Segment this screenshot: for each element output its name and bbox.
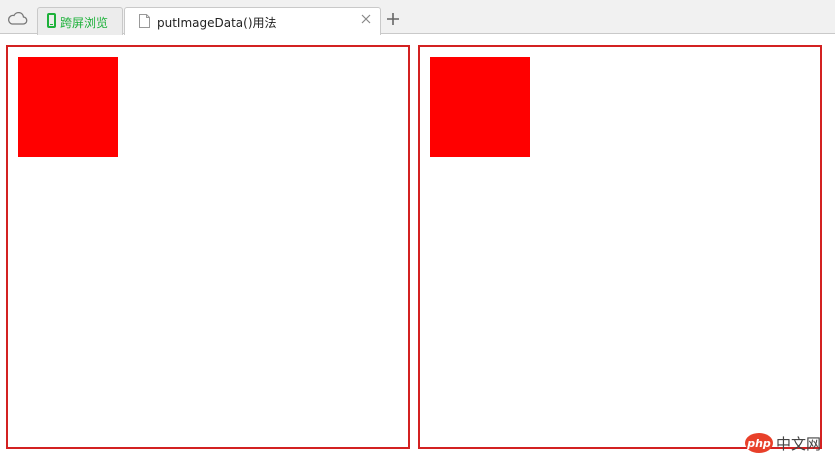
canvas-right — [418, 45, 822, 449]
canvas-left — [6, 45, 410, 449]
phone-icon — [47, 13, 56, 28]
plus-icon[interactable] — [386, 12, 400, 26]
red-square — [18, 57, 118, 157]
php-logo: php — [745, 433, 773, 453]
tab-cross-screen[interactable]: 跨屏浏览 — [37, 7, 123, 35]
close-icon[interactable] — [361, 14, 371, 24]
tab-cross-screen-label: 跨屏浏览 — [60, 16, 109, 30]
php-watermark: php 中文网 — [745, 432, 821, 454]
cloud-sync-button[interactable] — [6, 9, 30, 29]
red-square — [430, 57, 530, 157]
tab-title: putImageData()用法 — [157, 16, 277, 30]
cloud-icon — [8, 11, 28, 25]
document-icon — [139, 14, 150, 28]
tab-putimagedata[interactable]: putImageData()用法 — [124, 7, 381, 35]
watermark-text: 中文网 — [776, 434, 822, 453]
browser-tab-bar: 跨屏浏览 putImageData()用法 — [0, 0, 835, 35]
